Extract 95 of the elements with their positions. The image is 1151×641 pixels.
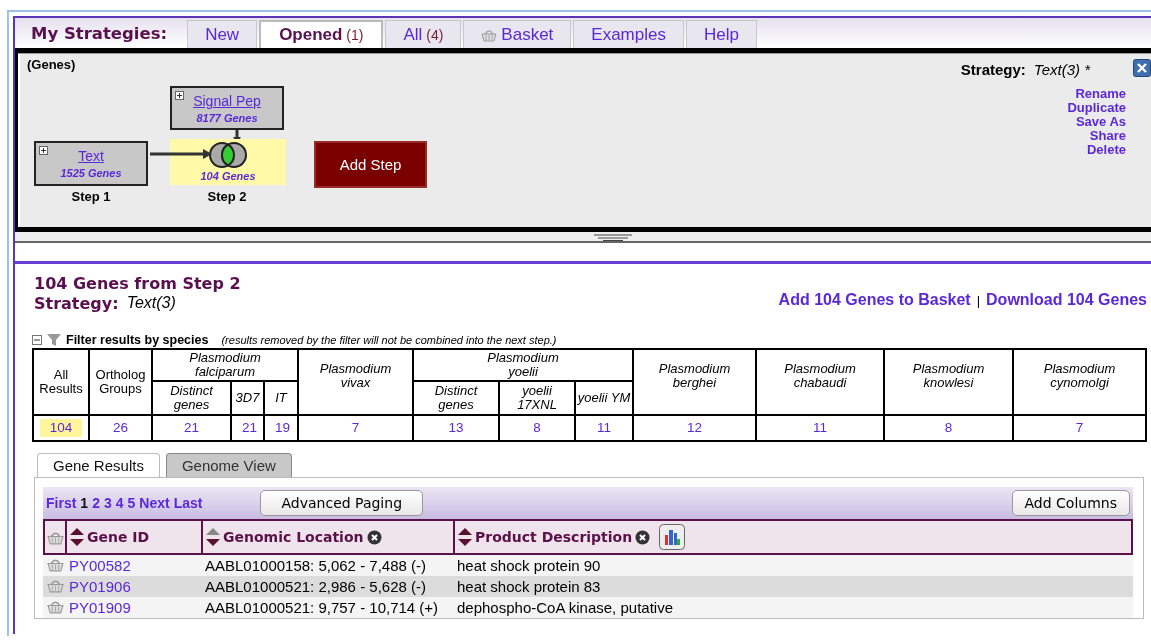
strain-header: Distinct genes	[152, 381, 231, 415]
filter-title: Filter results by species	[66, 333, 209, 347]
add-step-button[interactable]: Add Step	[314, 141, 427, 188]
strategy-action-link[interactable]: Rename	[1075, 87, 1126, 101]
strategy-name: Text(3) *	[1033, 61, 1090, 78]
strategy-tab[interactable]: Opened (1)	[259, 20, 384, 48]
bar-chart-icon[interactable]	[659, 524, 686, 550]
step-label: Step 1	[70, 189, 112, 204]
column-header[interactable]: Gene ID	[67, 521, 203, 553]
remove-column-icon[interactable]	[366, 529, 382, 545]
combine-step[interactable]: 104 Genes	[170, 139, 286, 185]
step-box[interactable]: Text 1525 Genes	[34, 141, 148, 186]
species-header: Plasmodium vivax	[298, 349, 413, 415]
column-header[interactable]: Product Description	[455, 521, 1131, 553]
strategy-tab[interactable]: All (4)	[385, 20, 462, 48]
sort-icon[interactable]	[206, 527, 220, 547]
table-cell: heat shock protein 90	[457, 557, 601, 574]
add-to-basket-link[interactable]: Add 104 Genes to Basket	[778, 291, 971, 309]
step-link[interactable]: Signal Pep	[193, 93, 261, 109]
remove-column-icon[interactable]	[635, 529, 651, 545]
strain-header: yoelii 17XNL	[499, 381, 575, 415]
step-box[interactable]: Signal Pep 8177 Genes	[170, 86, 284, 130]
view-tab[interactable]: Gene Results	[37, 453, 160, 477]
column-title: Genomic Location	[223, 529, 364, 545]
gene-id-link[interactable]: PY00582	[69, 557, 131, 574]
page-link[interactable]: 2	[92, 495, 100, 511]
gene-id-link[interactable]: PY01906	[69, 578, 131, 595]
close-icon[interactable]	[1133, 59, 1151, 77]
strain-header: 3D7	[231, 381, 264, 415]
species-header: Plasmodium knowlesi	[884, 349, 1014, 415]
record-type: (Genes)	[27, 57, 76, 72]
step-count: 1525 Genes	[60, 167, 122, 179]
species-header: Plasmodium berghei	[633, 349, 757, 415]
species-header: Plasmodium chabaudi	[756, 349, 885, 415]
expand-icon[interactable]	[39, 146, 48, 155]
species-header: Plasmodium cynomolgi	[1013, 349, 1147, 415]
step-label: Step 2	[206, 189, 248, 204]
page-link[interactable]: 5	[127, 495, 136, 511]
first-page-link[interactable]: First	[46, 495, 77, 511]
filter-count-link[interactable]: 7	[1065, 419, 1094, 437]
filter-note: (results removed by the filter will not be combined into the next step.)	[221, 334, 557, 346]
expand-icon[interactable]	[175, 91, 184, 100]
species-header: Plasmodium falciparum	[152, 349, 298, 381]
sort-icon[interactable]	[458, 527, 472, 547]
add-columns-button[interactable]: Add Columns	[1011, 490, 1130, 516]
strategy-action-link[interactable]: Share	[1089, 129, 1126, 143]
download-link[interactable]: Download 104 Genes	[986, 291, 1147, 309]
strategy-label: Strategy:	[960, 61, 1026, 78]
strategy-label: Strategy:	[34, 294, 119, 313]
table-cell: AABL01000521: 2,986 - 5,628 (-)	[205, 578, 426, 595]
filter-count-link[interactable]: 8	[934, 419, 963, 437]
species-header: Ortholog Groups	[89, 349, 152, 415]
separator: |	[976, 293, 981, 308]
filter-count-link[interactable]: 19	[265, 419, 301, 437]
results-title: 104 Genes from Step 2	[34, 274, 241, 293]
arrow	[150, 149, 212, 159]
strategy-tab[interactable]: New	[187, 20, 258, 48]
strategy-name: Text(3)	[126, 294, 176, 313]
species-header: Plasmodium yoelii	[413, 349, 634, 381]
table-cell: AABL01000158: 5,062 - 7,488 (-)	[205, 557, 426, 574]
table-cell: dephospho-CoA kinase, putative	[457, 599, 673, 616]
section-title: My Strategies:	[31, 23, 168, 43]
gene-id-link[interactable]: PY01909	[69, 599, 131, 616]
strain-header: Distinct genes	[413, 381, 499, 415]
strategy-action-link[interactable]: Save As	[1075, 115, 1126, 129]
column-title: Product Description	[475, 529, 633, 545]
view-tab[interactable]: Genome View	[165, 453, 292, 477]
filter-icon	[47, 333, 61, 347]
strategy-action-link[interactable]: Duplicate	[1067, 101, 1126, 115]
filter-count-link[interactable]: 21	[232, 419, 268, 437]
resize-handle-icon[interactable]	[594, 234, 632, 241]
step-count: 104 Genes	[200, 170, 256, 182]
column-header[interactable]: Genomic Location	[203, 521, 455, 553]
last-page-link[interactable]: Last	[173, 495, 203, 511]
table-cell: AABL01000521: 9,757 - 10,714 (+)	[205, 599, 439, 616]
page-link[interactable]: 4	[115, 495, 124, 511]
column-title: Gene ID	[87, 529, 150, 545]
strategy-tab[interactable]: Help	[685, 20, 757, 48]
filter-count-link[interactable]: 11	[803, 419, 838, 437]
page-link[interactable]: 3	[103, 495, 112, 511]
table-cell: heat shock protein 83	[457, 578, 601, 595]
strategy-action-link[interactable]: Delete	[1086, 143, 1126, 157]
filter-count-link[interactable]: 104	[39, 419, 83, 437]
sort-icon[interactable]	[70, 527, 84, 547]
step-link[interactable]: Text	[78, 148, 104, 164]
filter-count-link[interactable]: 7	[341, 419, 370, 437]
strategy-tab[interactable]: Examples	[573, 20, 684, 48]
species-header: All Results	[33, 349, 89, 415]
collapse-icon[interactable]	[32, 335, 42, 345]
step-count: 8177 Genes	[196, 112, 258, 124]
advanced-paging-button[interactable]: Advanced Paging	[260, 490, 423, 516]
next-page-link[interactable]: Next	[139, 495, 170, 511]
venn-icon	[209, 140, 247, 170]
page-link[interactable]: 1	[80, 495, 89, 511]
strategy-tab[interactable]: Basket	[463, 20, 572, 48]
